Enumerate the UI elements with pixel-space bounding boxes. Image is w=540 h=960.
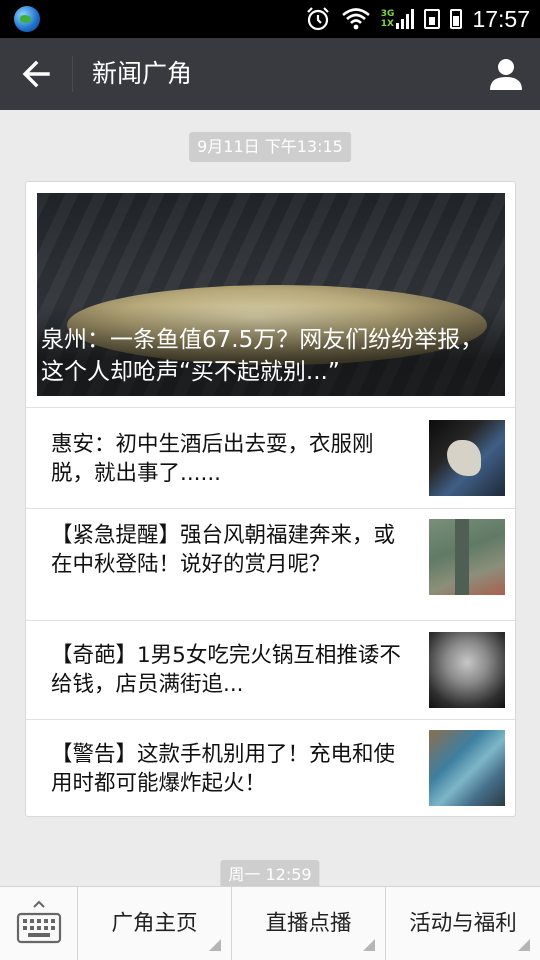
status-time: 17:57 [472,5,530,32]
article-card: 泉州：一条鱼值67.5万？网友们纷纷举报，这个人却呛声“买不起就别...” 惠安… [25,181,516,817]
menu-button-events[interactable]: 活动与福利 [386,887,540,960]
submenu-indicator-icon [518,939,530,951]
article-thumbnail [429,730,505,806]
back-button[interactable] [14,52,58,96]
article-thumbnail [429,519,505,595]
headline-article[interactable]: 泉州：一条鱼值67.5万？网友们纷纷举报，这个人却呛声“买不起就别...” [37,193,505,396]
menu-button-label: 直播点播 [265,911,352,936]
person-icon [490,59,522,90]
sim-icon [424,9,441,29]
bottom-menu-bar: 广角主页 直播点播 活动与福利 [0,886,540,960]
status-bar: 3G 1X 17:57 [0,0,540,38]
title-divider [72,56,73,92]
page-title: 新闻广角 [92,59,193,88]
wifi-icon [341,8,370,30]
status-icons: 3G 1X 17:57 [305,0,530,38]
submenu-indicator-icon [209,939,221,951]
keyboard-icon [16,900,62,944]
article-title: 【警告】这款手机别用了！充电和使用时都可能爆炸起火！ [51,742,396,796]
network-label-3g: 3G [380,9,395,19]
globe-icon [14,6,40,32]
menu-button-label: 活动与福利 [409,911,517,936]
menu-button-live[interactable]: 直播点播 [232,887,386,960]
keyboard-toggle-button[interactable] [0,887,78,960]
profile-button[interactable] [486,54,526,94]
back-arrow-icon [22,60,50,88]
network-type-indicator: 3G 1X [381,9,415,29]
article-thumbnail [429,632,505,708]
article-thumbnail [429,420,505,496]
headline-title: 泉州：一条鱼值67.5万？网友们纷纷举报，这个人却呛声“买不起就别...” [41,327,484,385]
article-title: 【奇葩】1男5女吃完火锅互相推诿不给钱，店员满街追... [51,643,401,697]
alarm-icon [307,7,329,31]
article-list-item[interactable]: 【紧急提醒】强台风朝福建奔来，或在中秋登陆！说好的赏月呢？ [26,508,515,620]
menu-button-label: 广角主页 [111,911,198,936]
article-list-item[interactable]: 惠安：初中生酒后出去耍，衣服刚脱，就出事了...... [26,407,515,508]
menu-button-home[interactable]: 广角主页 [78,887,232,960]
article-list-item[interactable]: 【警告】这款手机别用了！充电和使用时都可能爆炸起火！ [26,719,515,816]
article-list-item[interactable]: 【奇葩】1男5女吃完火锅互相推诿不给钱，店员满街追... [26,620,515,719]
submenu-indicator-icon [363,939,375,951]
battery-icon [450,9,463,29]
article-title: 【紧急提醒】强台风朝福建奔来，或在中秋登陆！说好的赏月呢？ [51,523,396,577]
network-label-1x: 1X [380,19,394,29]
chat-timestamp: 9月11日 下午13:15 [189,132,351,162]
signal-icon [396,9,415,29]
title-bar: 新闻广角 [0,38,540,110]
article-title: 惠安：初中生酒后出去耍，衣服刚脱，就出事了...... [51,432,374,486]
